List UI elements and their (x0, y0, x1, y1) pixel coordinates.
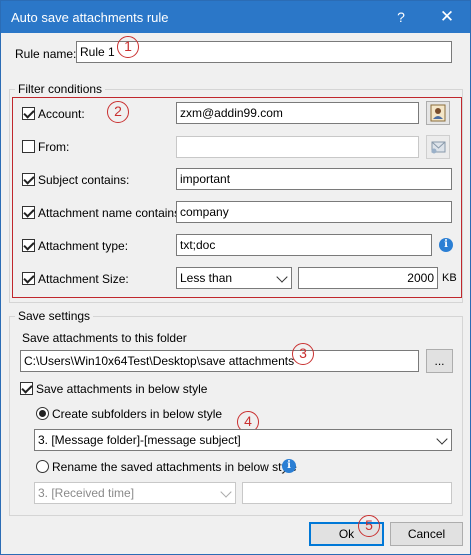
rule-name-label: Rule name: (15, 47, 77, 61)
subfolder-style-select[interactable]: 3. [Message folder]-[message subject] (34, 429, 452, 451)
attachment-size-checkbox[interactable] (22, 272, 35, 285)
browse-folder-button[interactable]: ... (426, 349, 453, 373)
attachment-name-label: Attachment name contains: (38, 206, 184, 220)
callout-5: 5 (358, 515, 380, 537)
chevron-down-icon (276, 271, 288, 283)
subject-label: Subject contains: (38, 173, 130, 187)
attachment-size-label: Attachment Size: (38, 272, 129, 286)
filter-conditions-title: Filter conditions (15, 82, 106, 96)
account-label: Account: (38, 107, 85, 121)
save-settings-title: Save settings (15, 309, 94, 323)
rename-attachments-label: Rename the saved attachments in below st… (52, 460, 297, 474)
select-account-button[interactable] (426, 101, 450, 125)
rename-style-select[interactable]: 3. [Received time] (34, 482, 236, 504)
address-book-icon (431, 141, 446, 154)
save-style-label: Save attachments in below style (36, 382, 208, 396)
save-style-checkbox[interactable] (20, 382, 33, 395)
close-button[interactable]: ✕ (424, 1, 470, 33)
callout-1: 1 (117, 36, 139, 58)
dialog-window: Auto save attachments rule ? ✕ Rule name… (0, 0, 471, 555)
attachment-type-info-icon[interactable]: i (439, 238, 453, 252)
attachment-type-label: Attachment type: (38, 239, 129, 253)
subject-checkbox[interactable] (22, 173, 35, 186)
size-value-input[interactable]: 2000 (298, 267, 438, 289)
attachment-type-checkbox[interactable] (22, 239, 35, 252)
create-subfolders-radio[interactable] (36, 407, 49, 420)
window-title: Auto save attachments rule (11, 10, 169, 25)
size-operator-value: Less than (180, 271, 233, 285)
contact-card-icon (430, 104, 446, 122)
attachment-type-input[interactable]: txt;doc (176, 234, 432, 256)
chevron-down-icon (436, 433, 448, 445)
callout-2: 2 (107, 101, 129, 123)
subfolder-style-value: 3. [Message folder]-[message subject] (38, 433, 241, 447)
help-button[interactable]: ? (378, 1, 424, 33)
account-input[interactable]: zxm@addin99.com (176, 102, 419, 124)
rename-attachments-radio[interactable] (36, 460, 49, 473)
rename-info-icon[interactable]: i (282, 459, 296, 473)
select-sender-button[interactable] (426, 135, 450, 159)
rename-style-value: 3. [Received time] (38, 486, 135, 500)
title-bar: Auto save attachments rule ? ✕ (1, 1, 470, 33)
callout-3: 3 (292, 343, 314, 365)
create-subfolders-label: Create subfolders in below style (52, 407, 223, 421)
subject-input[interactable]: important (176, 168, 452, 190)
chevron-down-icon (220, 486, 232, 498)
cancel-button[interactable]: Cancel (390, 522, 463, 546)
save-folder-label: Save attachments to this folder (22, 331, 187, 345)
size-operator-select[interactable]: Less than (176, 267, 292, 289)
attachment-name-input[interactable]: company (176, 201, 452, 223)
from-label: From: (38, 140, 70, 154)
from-checkbox[interactable] (22, 140, 35, 153)
attachment-name-checkbox[interactable] (22, 206, 35, 219)
account-checkbox[interactable] (22, 107, 35, 120)
save-folder-input[interactable]: C:\Users\Win10x64Test\Desktop\save attac… (20, 350, 419, 372)
from-input[interactable] (176, 136, 419, 158)
rename-extra-input[interactable] (242, 482, 452, 504)
size-unit-label: KB (442, 272, 457, 284)
